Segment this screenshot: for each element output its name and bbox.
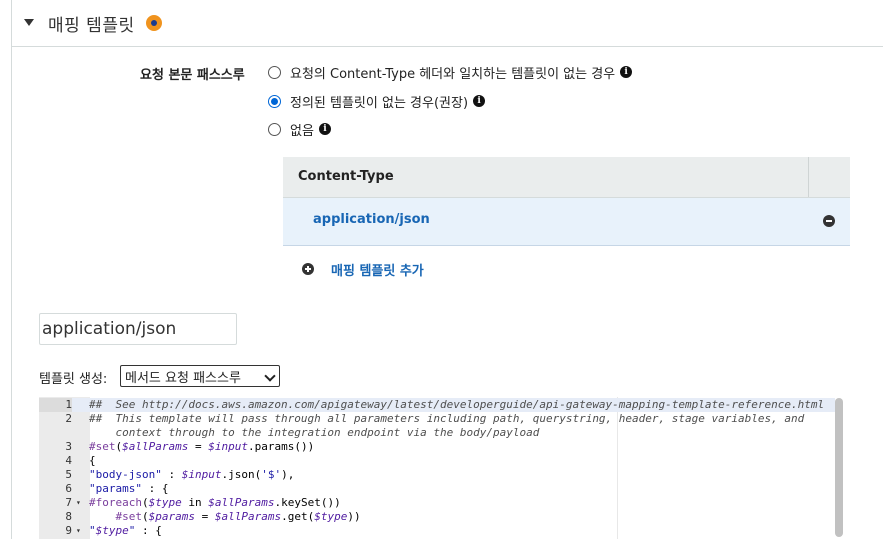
code-line[interactable]: 9 ▾ "$type" : { <box>39 524 835 538</box>
template-code-editor[interactable]: 1 ## See http://docs.aws.amazon.com/apiga… <box>39 397 849 539</box>
code-line[interactable]: context through to the integration endpo… <box>39 426 835 440</box>
code-text: ## This template will pass through all p… <box>89 412 805 425</box>
content-type-column-header: Content-Type <box>298 169 394 184</box>
code-text: { <box>89 454 96 467</box>
add-icon[interactable] <box>302 263 314 275</box>
line-number: 5 <box>65 468 72 481</box>
radio-label: 요청의 Content-Type 헤더와 일치하는 템플릿이 없는 경우 <box>290 66 616 82</box>
generate-template-label: 템플릿 생성: <box>39 372 108 387</box>
info-icon[interactable]: i <box>318 123 331 135</box>
passthrough-label: 요청 본문 패스스루 <box>140 68 245 83</box>
content-type-input[interactable] <box>39 313 237 345</box>
radio-button[interactable] <box>268 122 281 136</box>
line-number: 8 <box>65 510 72 523</box>
code-text: #set($params = $allParams.get($type)) <box>115 510 361 523</box>
info-badge-icon[interactable] <box>146 15 162 31</box>
line-number: 9 <box>65 524 72 537</box>
code-line[interactable]: 7 ▾ #foreach($type in $allParams.keySet()) <box>39 496 835 510</box>
code-text: ## See http://docs.aws.amazon.com/apigat… <box>89 398 825 411</box>
passthrough-option-when-no-match[interactable]: 요청의 Content-Type 헤더와 일치하는 템플릿이 없는 경우 i <box>268 62 633 82</box>
remove-icon[interactable] <box>823 215 835 227</box>
generate-template-select[interactable]: 메서드 요청 패스스루 <box>120 365 280 387</box>
radio-label: 정의된 템플릿이 없는 경우(권장) <box>290 95 469 111</box>
line-number: 7 <box>65 496 72 509</box>
code-text: "$type" : { <box>89 524 162 537</box>
radio-button[interactable] <box>268 65 281 79</box>
code-text: "body-json" : $input.json('$'), <box>89 468 295 481</box>
passthrough-option-when-no-templates[interactable]: 정의된 템플릿이 없는 경우(권장) i <box>268 91 486 111</box>
code-text: context through to the integration endpo… <box>89 426 540 439</box>
code-line[interactable]: 6 "params" : { <box>39 482 835 496</box>
code-line[interactable]: 1 ## See http://docs.aws.amazon.com/apiga… <box>39 398 835 412</box>
code-line[interactable]: 8 #set($params = $allParams.get($type)) <box>39 510 835 524</box>
info-icon[interactable]: i <box>473 95 486 107</box>
mapping-template-panel: 매핑 템플릿 요청 본문 패스스루 요청의 Content-Type 헤더와 일… <box>11 0 883 539</box>
line-number: 3 <box>65 440 72 453</box>
line-number: 4 <box>65 454 72 467</box>
line-number: 1 <box>39 398 72 412</box>
info-icon[interactable]: i <box>620 66 633 78</box>
code-text: #foreach($type in $allParams.keySet()) <box>89 496 341 509</box>
code-line[interactable]: 4{ <box>39 454 835 468</box>
table-row[interactable]: application/json <box>283 198 850 246</box>
line-number: 6 <box>65 482 72 495</box>
section-title: 매핑 템플릿 <box>48 16 135 36</box>
add-mapping-template-label: 매핑 템플릿 추가 <box>331 263 424 279</box>
passthrough-option-never[interactable]: 없음 i <box>268 119 331 139</box>
section-header[interactable]: 매핑 템플릿 <box>12 0 883 47</box>
vertical-scrollbar[interactable] <box>835 398 843 537</box>
fold-arrow-icon[interactable]: ▾ <box>76 496 81 510</box>
code-text: #set($allParams = $input.params()) <box>89 440 315 453</box>
code-line[interactable]: 5 "body-json" : $input.json('$'), <box>39 468 835 482</box>
content-type-table: Content-Type application/json <box>283 157 850 246</box>
fold-arrow-icon[interactable]: ▾ <box>76 524 81 538</box>
add-mapping-template-button[interactable]: 매핑 템플릿 추가 <box>302 259 424 279</box>
chevron-down-icon <box>264 370 276 382</box>
radio-button-selected[interactable] <box>268 94 281 108</box>
code-line[interactable]: 3 #set($allParams = $input.params()) <box>39 440 835 454</box>
content-type-link[interactable]: application/json <box>313 212 430 227</box>
table-header: Content-Type <box>283 157 850 198</box>
radio-label: 없음 <box>290 123 314 139</box>
collapse-caret-icon[interactable] <box>24 19 34 26</box>
line-number: 2 <box>65 412 72 425</box>
column-divider <box>808 157 809 197</box>
code-text: "params" : { <box>89 482 169 495</box>
generate-template-selected-value: 메서드 요청 패스스루 <box>125 370 241 386</box>
code-line[interactable]: 2 ## This template will pass through all … <box>39 412 835 426</box>
